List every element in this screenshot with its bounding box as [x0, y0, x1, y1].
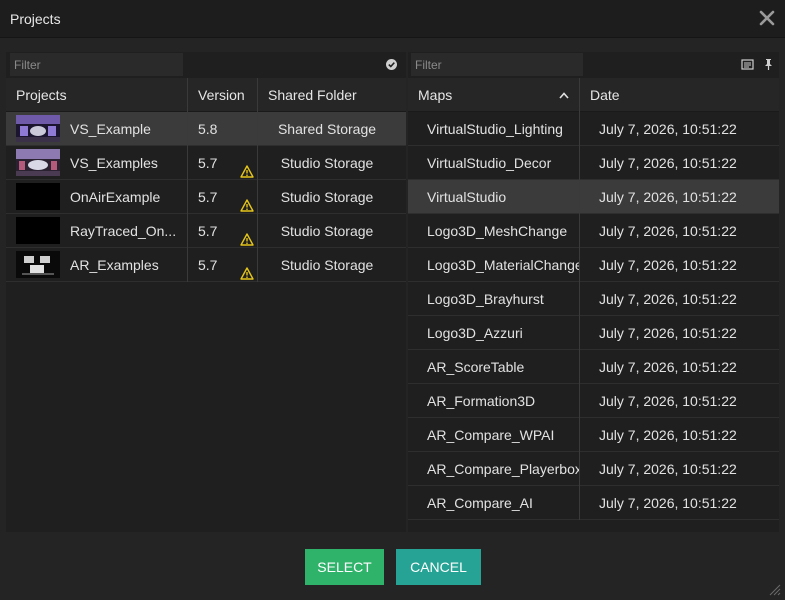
project-name: AR_Examples [70, 257, 159, 273]
map-name: VirtualStudio_Decor [427, 155, 552, 171]
map-date: July 7, 2026, 10:51:22 [599, 291, 737, 307]
project-row[interactable]: RayTraced_On... 5.7 Studio Storage [6, 214, 406, 248]
select-button[interactable]: SELECT [305, 549, 384, 585]
project-row[interactable]: AR_Examples 5.7 Studio Storage [6, 248, 406, 282]
project-shared-folder: Studio Storage [280, 155, 374, 171]
verified-icon[interactable] [385, 58, 398, 71]
maps-panel: Maps Date VirtualStudio_Lighting July 7, … [408, 52, 779, 532]
map-row[interactable]: AR_Compare_AI July 7, 2026, 10:51:22 [408, 486, 779, 520]
map-row[interactable]: Logo3D_Azzuri July 7, 2026, 10:51:22 [408, 316, 779, 350]
pin-icon[interactable] [762, 58, 775, 71]
project-version: 5.7 [198, 146, 258, 180]
project-version-label: 5.7 [198, 189, 218, 205]
project-thumbnail [16, 149, 60, 176]
map-name: Logo3D_Brayhurst [427, 291, 544, 307]
project-version: 5.7 [198, 214, 258, 248]
map-row[interactable]: AR_Compare_WPAI July 7, 2026, 10:51:22 [408, 418, 779, 452]
project-row[interactable]: OnAirExample 5.7 Studio Storage [6, 180, 406, 214]
project-shared-folder: Studio Storage [280, 189, 374, 205]
project-name: OnAirExample [70, 189, 161, 205]
map-row[interactable]: VirtualStudio_Decor July 7, 2026, 10:51:2… [408, 146, 779, 180]
map-row[interactable]: Logo3D_Brayhurst July 7, 2026, 10:51:22 [408, 282, 779, 316]
col-date[interactable]: Date [580, 78, 779, 112]
map-date: July 7, 2026, 10:51:22 [599, 359, 737, 375]
project-name: RayTraced_On... [70, 223, 177, 239]
warning-icon [240, 190, 254, 212]
col-projects[interactable]: Projects [6, 78, 188, 112]
map-name: AR_ScoreTable [427, 359, 525, 375]
project-version: 5.7 [198, 248, 258, 282]
project-shared-folder: Studio Storage [280, 257, 374, 273]
map-row[interactable]: AR_Compare_Playerbox July 7, 2026, 10:51:… [408, 452, 779, 486]
list-view-icon[interactable] [741, 58, 754, 71]
cancel-button[interactable]: CANCEL [396, 549, 481, 585]
map-name: Logo3D_MeshChange [427, 223, 568, 239]
project-thumbnail [16, 115, 60, 142]
map-date: July 7, 2026, 10:51:22 [599, 325, 737, 341]
col-shared-folder[interactable]: Shared Folder [258, 78, 406, 112]
warning-icon [240, 156, 254, 178]
map-name: VirtualStudio_Lighting [427, 121, 563, 137]
project-thumbnail [16, 251, 60, 278]
map-date: July 7, 2026, 10:51:22 [599, 121, 737, 137]
maps-filter-input[interactable] [411, 53, 583, 76]
project-version-label: 5.7 [198, 155, 218, 171]
project-thumbnail [16, 217, 60, 244]
map-name: AR_Formation3D [427, 393, 536, 409]
map-date: July 7, 2026, 10:51:22 [599, 393, 737, 409]
map-row[interactable]: AR_ScoreTable July 7, 2026, 10:51:22 [408, 350, 779, 384]
map-name: AR_Compare_AI [427, 495, 533, 511]
map-row[interactable]: Logo3D_MaterialChange July 7, 2026, 10:51… [408, 248, 779, 282]
col-maps-label: Maps [418, 87, 453, 103]
projects-list: VS_Example 5.8 Shared Storage VS_Examples 5.… [6, 112, 406, 282]
map-name: Logo3D_Azzuri [427, 325, 523, 341]
map-date: July 7, 2026, 10:51:22 [599, 257, 737, 273]
project-shared-folder: Shared Storage [277, 121, 377, 137]
projects-filter-input[interactable] [10, 53, 183, 76]
title-bar: Projects [0, 0, 785, 38]
project-row[interactable]: VS_Examples 5.7 Studio Storage [6, 146, 406, 180]
map-name: VirtualStudio [427, 189, 507, 205]
projects-panel: Projects Version Shared Folder VS_Exampl… [6, 52, 406, 532]
col-version[interactable]: Version [188, 78, 258, 112]
projects-table-header: Projects Version Shared Folder [6, 78, 406, 112]
warning-icon [240, 258, 254, 280]
project-row[interactable]: VS_Example 5.8 Shared Storage [6, 112, 406, 146]
project-version: 5.7 [198, 180, 258, 214]
map-name: AR_Compare_WPAI [427, 427, 555, 443]
map-date: July 7, 2026, 10:51:22 [599, 189, 737, 205]
col-maps[interactable]: Maps [408, 78, 580, 112]
map-date: July 7, 2026, 10:51:22 [599, 427, 737, 443]
map-date: July 7, 2026, 10:51:22 [599, 495, 737, 511]
projects-filter-row [6, 52, 406, 78]
warning-icon [240, 224, 254, 246]
project-shared-folder: Studio Storage [280, 223, 374, 239]
project-version: 5.8 [198, 112, 258, 146]
project-thumbnail [16, 183, 60, 210]
map-row[interactable]: Logo3D_MeshChange July 7, 2026, 10:51:22 [408, 214, 779, 248]
map-name: Logo3D_MaterialChange [427, 257, 580, 273]
maps-table-header: Maps Date [408, 78, 779, 112]
map-date: July 7, 2026, 10:51:22 [599, 155, 737, 171]
map-date: July 7, 2026, 10:51:22 [599, 461, 737, 477]
map-row[interactable]: VirtualStudio_Lighting July 7, 2026, 10:5… [408, 112, 779, 146]
project-name: VS_Example [70, 121, 151, 137]
maps-filter-row [408, 52, 779, 78]
project-version-label: 5.8 [198, 121, 218, 137]
map-row[interactable]: VirtualStudio July 7, 2026, 10:51:22 [408, 180, 779, 214]
map-date: July 7, 2026, 10:51:22 [599, 223, 737, 239]
window-title: Projects [10, 11, 61, 27]
maps-list: VirtualStudio_Lighting July 7, 2026, 10:5… [408, 112, 779, 520]
project-version-label: 5.7 [198, 257, 218, 273]
resize-grip-icon[interactable] [767, 582, 781, 596]
project-version-label: 5.7 [198, 223, 218, 239]
close-icon[interactable] [757, 8, 777, 28]
map-name: AR_Compare_Playerbox [427, 461, 580, 477]
map-row[interactable]: AR_Formation3D July 7, 2026, 10:51:22 [408, 384, 779, 418]
project-name: VS_Examples [70, 155, 158, 171]
